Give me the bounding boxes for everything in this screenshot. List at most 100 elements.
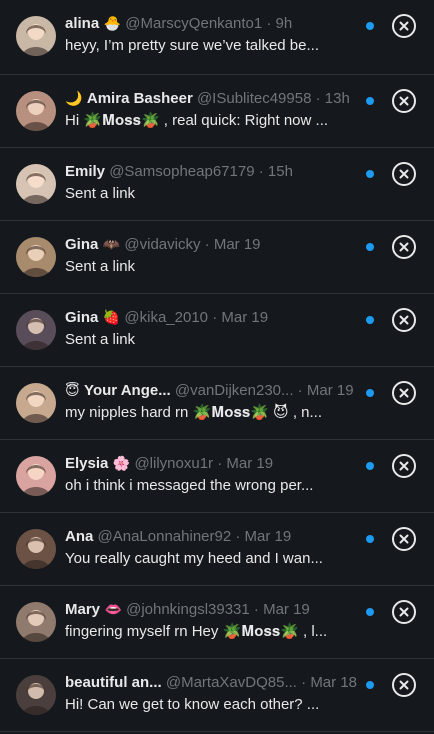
sender-name[interactable]: Your Ange... (84, 382, 171, 399)
sender-line: Gina 🦇 @vidavicky · Mar 19 (65, 235, 370, 255)
dismiss-button[interactable] (392, 14, 416, 38)
avatar[interactable] (16, 602, 56, 642)
avatar-photo-icon (16, 383, 56, 423)
avatar[interactable] (16, 16, 56, 56)
avatar[interactable] (16, 237, 56, 277)
sender-name[interactable]: Mary (65, 601, 100, 618)
conversation-row[interactable]: 😇 Your Ange... @vanDijken230... · Mar 19… (0, 367, 434, 440)
avatar[interactable] (16, 529, 56, 569)
close-icon (399, 169, 409, 179)
avatar-photo-icon (16, 675, 56, 715)
separator: · (254, 163, 268, 180)
dismiss-button[interactable] (392, 381, 416, 405)
conversation-row[interactable]: beautiful an... @MartaXavDQ85... · Mar 1… (0, 659, 434, 732)
separator: · (208, 309, 222, 326)
dismiss-button[interactable] (392, 89, 416, 113)
sender-name[interactable]: Ana (65, 528, 93, 545)
avatar[interactable] (16, 164, 56, 204)
unread-indicator (366, 316, 374, 324)
sender-line: Mary 👄 @johnkingsl39331 · Mar 19 (65, 600, 370, 620)
timestamp: Mar 19 (226, 455, 274, 472)
timestamp: Mar 19 (213, 236, 261, 253)
avatar-photo-icon (16, 602, 56, 642)
name-prefix-emoji: 🌙 (65, 91, 87, 107)
separator: · (231, 528, 245, 545)
conversation-row[interactable]: Mary 👄 @johnkingsl39331 · Mar 19 fingeri… (0, 586, 434, 659)
conversation-row[interactable]: Elysia 🌸 @lilynoxu1r · Mar 19 oh i think… (0, 440, 434, 513)
sender-line: Ana @AnaLonnahiner92 · Mar 19 (65, 527, 370, 547)
avatar-photo-icon (16, 310, 56, 350)
timestamp: Mar 19 (221, 309, 269, 326)
sender-name[interactable]: Amira Basheer (87, 90, 193, 107)
avatar-photo-icon (16, 91, 56, 131)
avatar[interactable] (16, 383, 56, 423)
timestamp: 9h (275, 15, 293, 32)
sender-name[interactable]: beautiful an... (65, 674, 162, 691)
close-icon (399, 680, 409, 690)
timestamp: Mar 18 (310, 674, 357, 691)
dismiss-button[interactable] (392, 162, 416, 186)
unread-indicator (366, 22, 374, 30)
separator: · (311, 90, 325, 107)
dismiss-button[interactable] (392, 235, 416, 259)
close-icon (399, 388, 409, 398)
name-emoji: 👄 (100, 602, 122, 618)
separator: · (262, 15, 276, 32)
sender-line: Elysia 🌸 @lilynoxu1r · Mar 19 (65, 454, 370, 474)
dismiss-button[interactable] (392, 600, 416, 624)
conversation-row[interactable]: Emily @Samsopheap67179 · 15h Sent a link (0, 148, 434, 221)
dismiss-button[interactable] (392, 308, 416, 332)
sender-line: 😇 Your Ange... @vanDijken230... · Mar 19 (65, 381, 370, 401)
sender-handle: @lilynoxu1r (134, 455, 214, 472)
message-preview: You really caught my heed and I wan... (65, 550, 323, 567)
conversation-row[interactable]: Gina 🍓 @kika_2010 · Mar 19 Sent a link (0, 294, 434, 367)
timestamp: 15h (267, 163, 293, 180)
sender-line: 🌙 Amira Basheer @ISublitec49958 · 13h (65, 89, 370, 109)
sender-handle: @MarscyQenkanto1 (125, 15, 263, 32)
unread-indicator (366, 608, 374, 616)
separator: · (200, 236, 214, 253)
message-preview: Sent a link (65, 185, 136, 202)
avatar-photo-icon (16, 16, 56, 56)
sender-name[interactable]: Gina (65, 309, 98, 326)
sender-line: Emily @Samsopheap67179 · 15h (65, 162, 370, 182)
dismiss-button[interactable] (392, 454, 416, 478)
timestamp: Mar 19 (306, 382, 354, 399)
separator: · (293, 382, 307, 399)
close-icon (399, 534, 409, 544)
unread-indicator (366, 170, 374, 178)
sender-name[interactable]: Emily (65, 163, 105, 180)
sender-handle: @ISublitec49958 (196, 90, 312, 107)
avatar[interactable] (16, 91, 56, 131)
sender-line: beautiful an... @MartaXavDQ85... · Mar 1… (65, 673, 370, 693)
sender-name[interactable]: alina (65, 15, 99, 32)
conversation-row[interactable]: Gina 🦇 @vidavicky · Mar 19 Sent a link (0, 221, 434, 294)
sender-line: alina 🐣 @MarscyQenkanto1 · 9h (65, 14, 370, 34)
dismiss-button[interactable] (392, 673, 416, 697)
dismiss-button[interactable] (392, 527, 416, 551)
unread-indicator (366, 462, 374, 470)
name-emoji: 🐣 (99, 16, 122, 32)
timestamp: Mar 19 (244, 528, 292, 545)
conversation-row[interactable]: Ana @AnaLonnahiner92 · Mar 19 You really… (0, 513, 434, 586)
conversation-row[interactable]: 🌙 Amira Basheer @ISublitec49958 · 13h Hi… (0, 75, 434, 148)
conversation-row[interactable]: alina 🐣 @MarscyQenkanto1 · 9h heyy, I’m … (0, 0, 434, 75)
unread-indicator (366, 243, 374, 251)
sender-handle: @johnkingsl39331 (126, 601, 250, 618)
sender-name[interactable]: Elysia (65, 455, 108, 472)
separator: · (296, 674, 311, 691)
avatar-photo-icon (16, 529, 56, 569)
avatar[interactable] (16, 456, 56, 496)
sender-handle: @AnaLonnahiner92 (97, 528, 232, 545)
message-preview: Hi! Can we get to know each other? ... (65, 696, 320, 713)
avatar[interactable] (16, 675, 56, 715)
avatar[interactable] (16, 310, 56, 350)
sender-handle: @kika_2010 (124, 309, 209, 326)
sender-name[interactable]: Gina (65, 236, 98, 253)
close-icon (399, 242, 409, 252)
avatar-photo-icon (16, 164, 56, 204)
close-icon (399, 21, 409, 31)
unread-indicator (366, 389, 374, 397)
avatar-photo-icon (16, 456, 56, 496)
message-preview: Sent a link (65, 331, 136, 348)
